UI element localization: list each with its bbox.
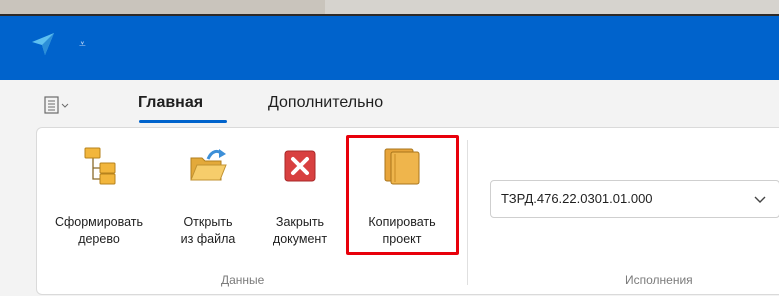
copy-project-highlight (346, 135, 459, 255)
active-tab-indicator (139, 120, 227, 123)
group-label-executions: Исполнения (625, 273, 693, 287)
title-bar: ⩡ (0, 16, 779, 80)
navigation-arrow-icon[interactable] (30, 31, 56, 57)
close-red-x-icon (284, 150, 316, 182)
close-document-label: Закрыть документ (272, 215, 328, 246)
chevron-down-icon[interactable] (753, 192, 767, 206)
tree-structure-icon (84, 147, 116, 185)
execution-select-value: ТЗРД.476.22.0301.01.000 (501, 191, 653, 206)
tab-home[interactable]: Главная (138, 93, 203, 113)
open-folder-icon (190, 149, 227, 181)
build-tree-label: Сформировать дерево (54, 215, 144, 246)
ribbon-tab-strip: Главная Дополнительно (0, 80, 779, 126)
group-label-data: Данные (221, 273, 265, 287)
close-document-button[interactable]: Закрыть документ (269, 128, 331, 260)
tab-additional[interactable]: Дополнительно (268, 93, 383, 113)
build-tree-button[interactable]: Сформировать дерево (51, 128, 147, 260)
group-divider (467, 140, 468, 285)
quick-access-dropdown[interactable]: ⩡ (79, 38, 86, 50)
ribbon-panel: Сформировать дерево Открыть из файла Зак… (36, 127, 779, 295)
top-strip (0, 0, 779, 16)
open-from-file-label: Открыть из файла (180, 215, 236, 246)
execution-select[interactable]: ТЗРД.476.22.0301.01.000 (490, 180, 779, 218)
open-from-file-button[interactable]: Открыть из файла (177, 128, 239, 260)
document-menu-icon[interactable] (44, 95, 74, 115)
